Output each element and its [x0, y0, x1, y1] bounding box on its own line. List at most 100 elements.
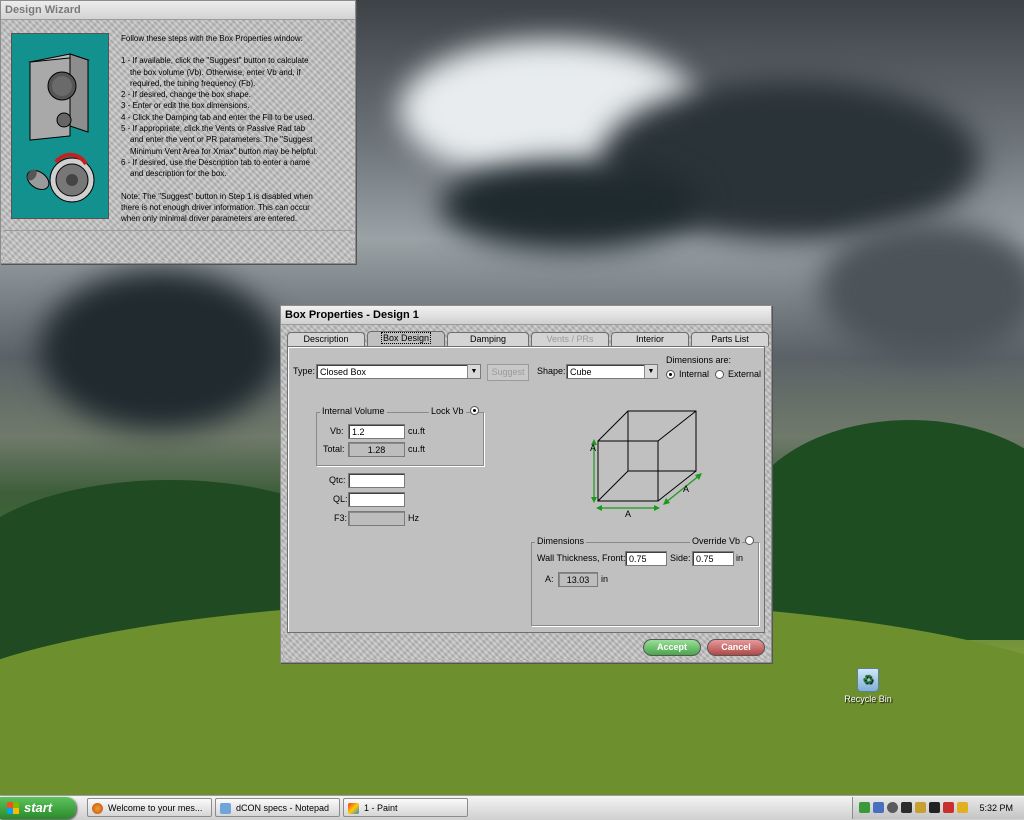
type-label: Type:: [293, 366, 316, 376]
wizard-note: Note: The "Suggest" button in Step 1 is …: [121, 191, 349, 225]
step-6-line: 6 - If desired, use the Description tab …: [121, 157, 310, 167]
chevron-down-icon[interactable]: ▼: [467, 365, 480, 378]
wall-front-input[interactable]: 0.75: [625, 551, 667, 566]
shape-select[interactable]: Cube ▼: [566, 364, 658, 379]
wizard-footer: [3, 230, 353, 262]
suggest-button: Suggest: [487, 364, 529, 381]
notepad-icon: [220, 803, 231, 814]
lock-vb-label: Lock Vb: [429, 406, 466, 416]
cube-depth-label: A: [683, 484, 690, 494]
a-label: A:: [545, 574, 554, 584]
paint-icon: [348, 803, 359, 814]
wizard-step-5: 5 - If appropriate, click the Vents or P…: [121, 123, 349, 157]
a-value: 13.03: [558, 572, 598, 587]
recycle-bin-label: Recycle Bin: [844, 694, 892, 704]
start-label: start: [24, 800, 53, 815]
step-5-line: Minimum Vent Area for Xmax" button may b…: [130, 146, 318, 156]
speaker-box-icon: [26, 53, 95, 203]
tab-box-design[interactable]: Box Design: [367, 331, 445, 346]
clock[interactable]: 5:32 PM: [979, 797, 1013, 819]
wizard-intro: Follow these steps with the Box Properti…: [121, 34, 303, 43]
windows-logo-icon: [7, 802, 19, 814]
cancel-button[interactable]: Cancel: [707, 639, 765, 656]
total-value: 1.28: [348, 442, 405, 457]
dimensions-group-label: Dimensions: [535, 536, 587, 546]
shape-label: Shape:: [537, 366, 566, 376]
f3-value: [348, 511, 405, 526]
internal-radio[interactable]: [666, 370, 675, 379]
shape-value: Cube: [570, 367, 592, 377]
media-icon[interactable]: [929, 802, 940, 813]
taskbar: start Welcome to your mes... dCON specs …: [0, 795, 1024, 820]
security-icon[interactable]: [901, 802, 912, 813]
external-label: External: [728, 369, 762, 379]
step-1-line: required, the tuning frequency (Fb).: [130, 78, 256, 88]
taskbar-item-firefox[interactable]: Welcome to your mes...: [87, 798, 212, 817]
start-button[interactable]: start: [0, 797, 76, 819]
design-wizard-window: Design Wizard Follow these steps with th…: [0, 0, 356, 264]
step-1-line: 1 - If available, click the "Suggest" bu…: [121, 56, 309, 66]
cube-width-label: A: [625, 509, 632, 519]
wizard-step-6: 6 - If desired, use the Description tab …: [121, 157, 349, 180]
wall-side-input[interactable]: 0.75: [692, 551, 734, 566]
tab-vents-prs: Vents / PRs: [531, 332, 609, 346]
vb-input[interactable]: 1.2: [348, 424, 405, 439]
note-line: there is not enough driver information. …: [121, 202, 310, 212]
ql-input[interactable]: [348, 492, 405, 507]
taskbar-item-paint[interactable]: 1 - Paint: [343, 798, 468, 817]
wizard-step-4: 4 - Click the Damping tab and enter the …: [121, 112, 315, 122]
network-icon[interactable]: [859, 802, 870, 813]
recycle-bin-icon: ♻: [857, 668, 879, 692]
tab-box-design-label: Box Design: [380, 332, 432, 344]
type-select[interactable]: Closed Box ▼: [316, 364, 481, 379]
vb-label: Vb:: [330, 426, 344, 436]
wizard-step-2: 2 - If desired, change the box shape.: [121, 90, 251, 100]
override-vb-radio[interactable]: [745, 536, 754, 545]
ql-label: QL:: [333, 494, 348, 504]
internal-volume-label: Internal Volume: [320, 406, 387, 416]
alert-icon[interactable]: [943, 802, 954, 813]
chevron-down-icon[interactable]: ▼: [644, 365, 657, 378]
vb-unit: cu.ft: [408, 426, 426, 436]
internal-volume-group: [316, 412, 484, 466]
wizard-title[interactable]: Design Wizard: [1, 1, 355, 20]
cube-diagram: [591, 410, 702, 511]
step-1-line: the box volume (Vb). Otherwise, enter Vb…: [130, 67, 301, 77]
box-design-panel: Type: Closed Box ▼ Suggest Shape: Cube ▼…: [287, 346, 765, 633]
f3-label: F3:: [334, 513, 348, 523]
step-5-line: 5 - If appropriate, click the Vents or P…: [121, 124, 306, 134]
total-unit: cu.ft: [408, 444, 426, 454]
step-6-line: and description for the box.: [130, 169, 227, 179]
note-line: Note: The "Suggest" button in Step 1 is …: [121, 191, 313, 201]
tab-description[interactable]: Description: [287, 332, 365, 346]
external-radio[interactable]: [715, 370, 724, 379]
box-properties-footer: Accept Cancel: [283, 633, 769, 660]
qtc-input[interactable]: [348, 473, 405, 488]
dimensions-are-label: Dimensions are:: [666, 355, 732, 365]
system-tray: 5:32 PM: [852, 797, 1024, 819]
firefox-icon: [92, 803, 103, 814]
recycle-bin[interactable]: ♻ Recycle Bin: [844, 668, 892, 704]
wall-unit: in: [736, 553, 744, 563]
box-properties-window: Box Properties - Design 1 Description Bo…: [280, 305, 772, 663]
lock-vb-radio[interactable]: [470, 406, 479, 415]
taskbar-item-notepad[interactable]: dCON specs - Notepad: [215, 798, 340, 817]
f3-unit: Hz: [408, 513, 419, 523]
side-label: Side:: [670, 553, 691, 563]
cube-height-label: A: [590, 443, 597, 453]
wall-thickness-front-label: Wall Thickness, Front:: [537, 553, 626, 563]
accept-button[interactable]: Accept: [643, 639, 701, 656]
note-line: when only minimal driver parameters are …: [121, 214, 298, 224]
tab-damping[interactable]: Damping: [447, 332, 529, 346]
settings-icon[interactable]: [887, 802, 898, 813]
type-value: Closed Box: [320, 367, 367, 377]
shield-icon[interactable]: [957, 802, 968, 813]
volume-icon[interactable]: [915, 802, 926, 813]
override-vb-label: Override Vb: [690, 536, 743, 546]
monitor-icon[interactable]: [873, 802, 884, 813]
tab-interior[interactable]: Interior: [611, 332, 689, 346]
total-label: Total:: [323, 444, 345, 454]
tab-parts-list[interactable]: Parts List: [691, 332, 769, 346]
box-properties-title[interactable]: Box Properties - Design 1: [281, 306, 771, 325]
taskbar-item-label: Welcome to your mes...: [108, 803, 203, 813]
